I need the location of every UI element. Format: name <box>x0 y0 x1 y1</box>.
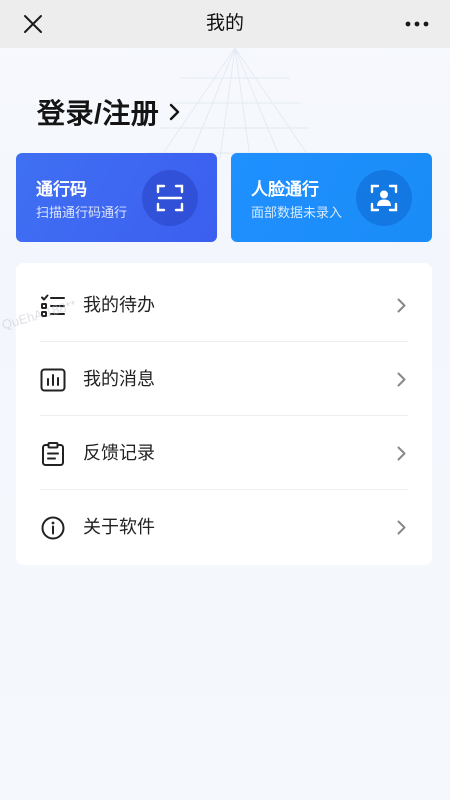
scan-code-icon <box>156 184 184 212</box>
clipboard-icon <box>42 442 64 466</box>
face-pass-title: 人脸通行 <box>251 180 319 199</box>
chevron-right-icon <box>170 103 180 121</box>
more-icon <box>405 21 429 27</box>
message-chart-icon <box>40 368 66 392</box>
chevron-right-icon <box>397 372 406 387</box>
menu-list: 我的待办 我的消息 反馈记录 关于软件 <box>16 263 432 565</box>
chevron-right-icon <box>397 520 406 535</box>
login-register-label: 登录/注册 <box>37 98 160 129</box>
face-scan-icon <box>370 184 398 212</box>
menu-item-about[interactable]: 关于软件 <box>16 490 432 564</box>
menu-item-feedback[interactable]: 反馈记录 <box>16 416 432 490</box>
checklist-icon <box>41 294 65 317</box>
face-pass-icon-circle <box>356 170 412 226</box>
top-bar: 我的 <box>0 0 450 48</box>
profile-page: 我的 登录/注册 通行码 扫描通行码通行 人脸通行 面部数据未录入 我的待办 我… <box>0 0 450 800</box>
menu-item-label: 我的消息 <box>83 369 155 389</box>
chevron-right-icon <box>397 446 406 461</box>
menu-item-label: 关于软件 <box>83 517 155 537</box>
face-pass-card[interactable]: 人脸通行 面部数据未录入 <box>231 153 432 242</box>
chevron-right-icon <box>397 298 406 313</box>
info-icon <box>41 516 65 540</box>
login-register-link[interactable]: 登录/注册 <box>37 92 181 132</box>
page-title: 我的 <box>205 13 244 34</box>
menu-item-label: 我的待办 <box>83 295 155 315</box>
menu-item-label: 反馈记录 <box>83 443 155 463</box>
face-pass-subtitle: 面部数据未录入 <box>251 205 343 220</box>
pass-code-icon-circle <box>142 170 198 226</box>
pass-code-title: 通行码 <box>36 180 87 199</box>
menu-item-messages[interactable]: 我的消息 <box>16 342 432 416</box>
pass-code-card[interactable]: 通行码 扫描通行码通行 <box>16 153 217 242</box>
menu-item-todo[interactable]: 我的待办 <box>16 268 432 342</box>
more-button[interactable] <box>404 14 430 34</box>
pass-code-subtitle: 扫描通行码通行 <box>36 205 128 220</box>
